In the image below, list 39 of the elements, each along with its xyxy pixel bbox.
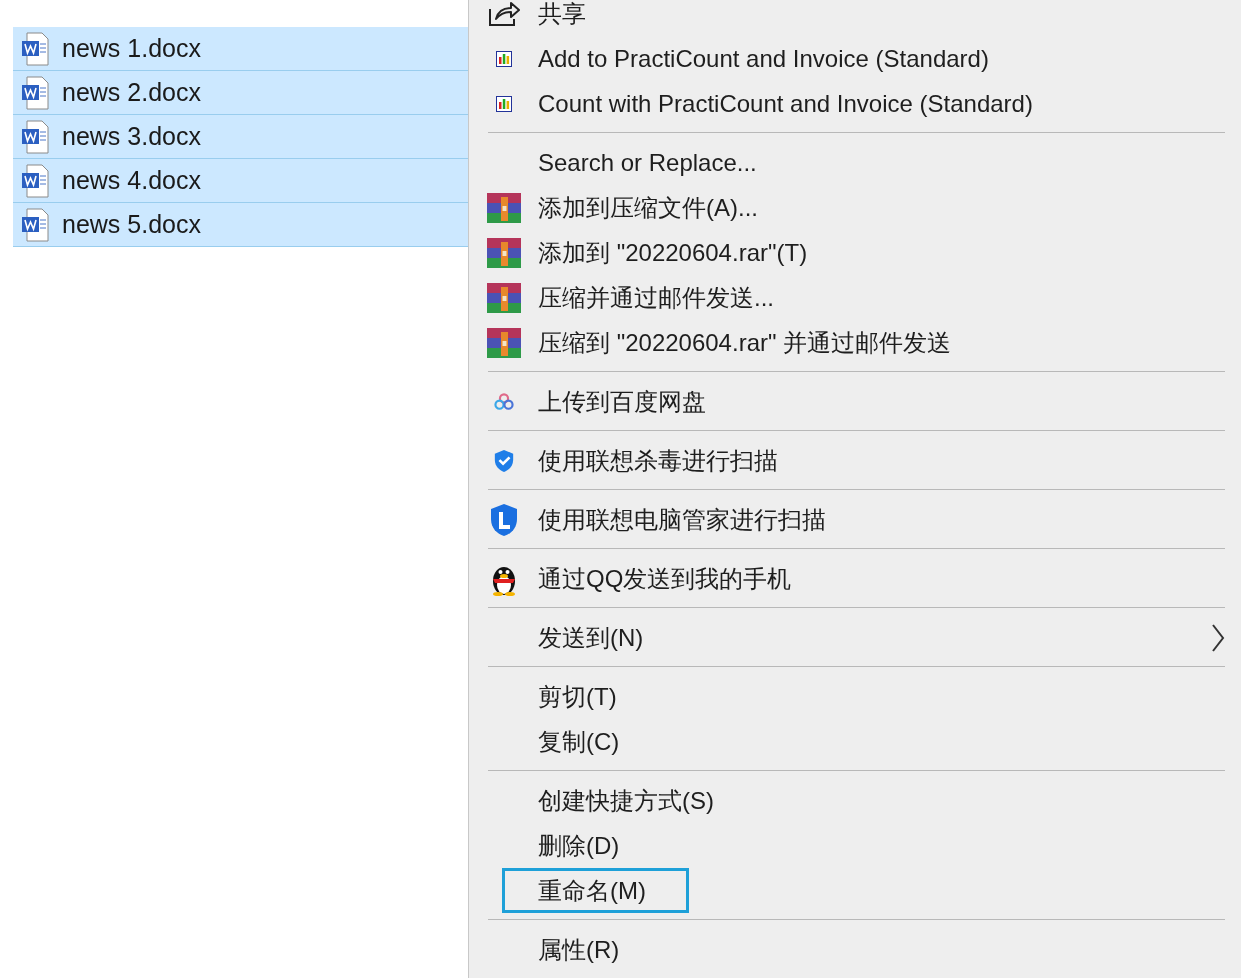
- menu-item[interactable]: 压缩到 "20220604.rar" 并通过邮件发送: [469, 320, 1241, 365]
- file-item[interactable]: news 2.docx: [13, 71, 468, 115]
- bar-chart-icon: [495, 95, 512, 112]
- menu-item[interactable]: Search or Replace...: [469, 140, 1241, 185]
- word-document-icon: [21, 119, 49, 154]
- menu-item[interactable]: 压缩并通过邮件发送...: [469, 275, 1241, 320]
- menu-item[interactable]: 复制(C): [469, 719, 1241, 764]
- word-document-icon: [21, 207, 49, 242]
- menu-item[interactable]: Add to PractiCount and Invoice (Standard): [469, 36, 1241, 81]
- menu-item[interactable]: 使用联想电脑管家进行扫描: [469, 497, 1241, 542]
- bar-chart-icon: [495, 50, 512, 67]
- menu-item[interactable]: Count with PractiCount and Invoice (Standard): [469, 81, 1241, 126]
- word-document-icon: [21, 75, 49, 110]
- archive-books-icon: [486, 327, 521, 358]
- file-item[interactable]: news 4.docx: [13, 159, 468, 203]
- word-document-icon: [21, 31, 49, 66]
- menu-item[interactable]: 添加到压缩文件(A)...: [469, 185, 1241, 230]
- menu-item[interactable]: 发送到(N): [469, 615, 1241, 660]
- file-item[interactable]: news 5.docx: [13, 203, 468, 247]
- menu-item[interactable]: 通过QQ发送到我的手机: [469, 556, 1241, 601]
- shield-letter-icon: [488, 502, 519, 537]
- menu-item[interactable]: 重命名(M): [469, 868, 1241, 913]
- file-item[interactable]: news 3.docx: [13, 115, 468, 159]
- archive-books-icon: [486, 282, 521, 313]
- word-document-icon: [21, 163, 49, 198]
- menu-item[interactable]: 添加到 "20220604.rar"(T): [469, 230, 1241, 275]
- archive-books-icon: [486, 237, 521, 268]
- cloud-circles-icon: [492, 392, 515, 411]
- menu-item[interactable]: 创建快捷方式(S): [469, 778, 1241, 823]
- menu-item[interactable]: 删除(D): [469, 823, 1241, 868]
- shield-check-icon: [492, 448, 515, 473]
- menu-item[interactable]: 剪切(T): [469, 674, 1241, 719]
- share-icon: [487, 0, 520, 27]
- menu-item[interactable]: 上传到百度网盘: [469, 379, 1241, 424]
- file-item[interactable]: news 1.docx: [13, 27, 468, 71]
- archive-books-icon: [486, 192, 521, 223]
- menu-item[interactable]: 使用联想杀毒进行扫描: [469, 438, 1241, 483]
- menu-item[interactable]: 共享: [469, 0, 1241, 36]
- menu-item[interactable]: 属性(R): [469, 927, 1241, 972]
